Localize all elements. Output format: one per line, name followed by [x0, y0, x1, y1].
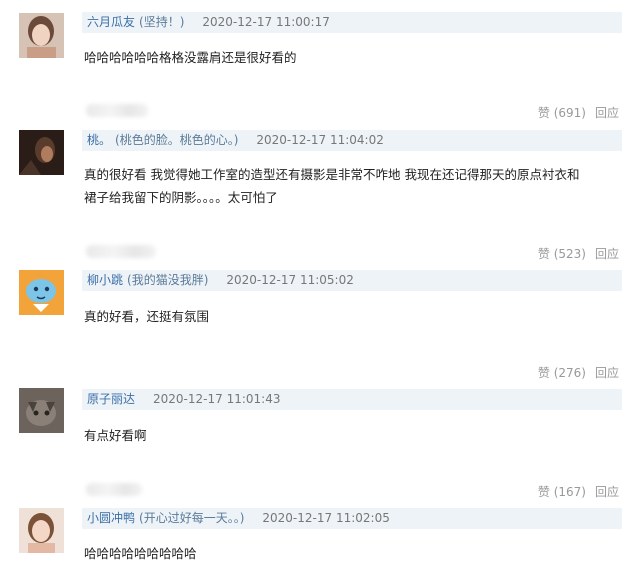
avatar[interactable]: [19, 270, 64, 315]
like-button[interactable]: 赞 (167): [538, 485, 586, 499]
reply-button[interactable]: 回应: [595, 247, 619, 261]
reply-button[interactable]: 回应: [595, 485, 619, 499]
like-button[interactable]: 赞 (276): [538, 366, 586, 380]
comment-meta: 小圆冲鸭 (开心过好每一天。。) 2020-12-17 11:02:05: [82, 508, 622, 529]
comment-actions: 赞 (167) 回应: [538, 483, 619, 500]
username-link[interactable]: 六月瓜友: [87, 15, 135, 29]
username-link[interactable]: 小圆冲鸭: [87, 511, 135, 525]
comment-text-line: 裙子给我留下的阴影。。。。太可怕了: [84, 190, 278, 205]
comment-actions: 赞 (276) 回应: [538, 364, 619, 381]
blurred-reply-author: [86, 483, 142, 496]
timestamp: 2020-12-17 11:01:43: [153, 392, 281, 406]
timestamp: 2020-12-17 11:02:05: [262, 511, 390, 525]
like-button[interactable]: 赞 (523): [538, 247, 586, 261]
like-button[interactable]: 赞 (691): [538, 106, 586, 120]
user-signature: (坚持！): [139, 15, 185, 29]
user-signature: (桃色的脸。桃色的心。): [115, 133, 239, 147]
comment-text: 真的很好看 我觉得她工作室的造型还有摄影是非常不咋地 我现在还记得那天的原点衬衣…: [84, 163, 624, 209]
avatar[interactable]: [19, 388, 64, 433]
avatar[interactable]: [19, 13, 64, 58]
username-link[interactable]: 柳小跳: [87, 273, 123, 287]
comment-text: 真的好看，还挺有氛围: [84, 309, 210, 324]
comment-text: 哈哈哈哈哈哈格格没露肩还是很好看的: [84, 50, 297, 65]
username-link[interactable]: 桃。: [87, 133, 111, 147]
user-signature: (我的猫没我胖): [127, 273, 209, 287]
timestamp: 2020-12-17 11:05:02: [226, 273, 354, 287]
comment-actions: 赞 (523) 回应: [538, 245, 619, 262]
blurred-reply-author: [86, 245, 156, 258]
comment-meta: 桃。 (桃色的脸。桃色的心。) 2020-12-17 11:04:02: [82, 130, 622, 151]
user-signature: (开心过好每一天。。): [139, 511, 245, 525]
comment-meta: 六月瓜友 (坚持！) 2020-12-17 11:00:17: [82, 12, 622, 33]
comment-meta: 柳小跳 (我的猫没我胖) 2020-12-17 11:05:02: [82, 270, 622, 291]
comment-text-line: 真的很好看 我觉得她工作室的造型还有摄影是非常不咋地 我现在还记得那天的原点衬衣…: [84, 167, 580, 182]
avatar[interactable]: [19, 130, 64, 175]
blurred-reply-author: [86, 104, 148, 117]
timestamp: 2020-12-17 11:00:17: [202, 15, 330, 29]
avatar[interactable]: [19, 508, 64, 553]
reply-button[interactable]: 回应: [595, 106, 619, 120]
timestamp: 2020-12-17 11:04:02: [256, 133, 384, 147]
comment-text: 哈哈哈哈哈哈哈哈哈: [84, 546, 197, 561]
comment-actions: 赞 (691) 回应: [538, 104, 619, 121]
reply-button[interactable]: 回应: [595, 366, 619, 380]
comment-meta: 原子丽达 2020-12-17 11:01:43: [82, 389, 622, 410]
username-link[interactable]: 原子丽达: [87, 392, 135, 406]
comment-text: 有点好看啊: [84, 428, 147, 443]
